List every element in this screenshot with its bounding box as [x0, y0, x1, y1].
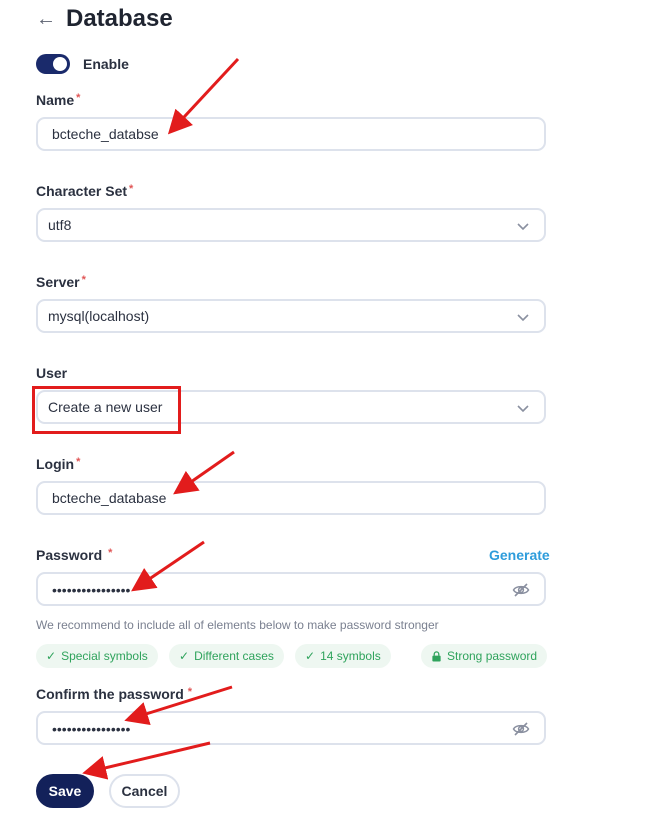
server-select[interactable]: mysql(localhost)	[36, 299, 546, 333]
check-icon: ✓	[305, 649, 316, 663]
check-icon: ✓	[46, 649, 57, 663]
login-input[interactable]: bcteche_database	[36, 481, 546, 515]
user-label: User	[36, 365, 68, 381]
enable-row: Enable	[36, 54, 129, 74]
chevron-down-icon	[517, 223, 529, 231]
page-title: Database	[66, 5, 173, 32]
required-marker: *	[129, 183, 134, 195]
enable-toggle[interactable]	[36, 54, 70, 74]
chip-special-symbols: ✓ Special symbols	[36, 644, 158, 668]
confirm-password-label: Confirm the password *	[36, 686, 193, 702]
password-input[interactable]: ••••••••••••••••	[36, 572, 546, 606]
charset-value: utf8	[48, 217, 72, 233]
back-arrow-icon[interactable]: ←	[36, 9, 56, 29]
generate-link[interactable]: Generate	[489, 547, 550, 563]
charset-label: Character Set *	[36, 183, 134, 199]
password-value: ••••••••••••••••	[52, 582, 131, 598]
cancel-button[interactable]: Cancel	[109, 774, 180, 808]
required-marker: *	[108, 547, 113, 559]
arrow-to-save	[82, 741, 211, 780]
name-label: Name *	[36, 92, 81, 108]
chevron-down-icon	[517, 405, 529, 413]
password-hint: We recommend to include all of elements …	[36, 618, 439, 632]
password-label: Password *	[36, 547, 113, 563]
login-value: bcteche_database	[52, 490, 167, 506]
save-button[interactable]: Save	[36, 774, 94, 808]
charset-select[interactable]: utf8	[36, 208, 546, 242]
required-marker: *	[187, 686, 193, 698]
required-marker: *	[76, 456, 81, 468]
eye-off-icon[interactable]	[512, 720, 530, 738]
name-input[interactable]: bcteche_databse	[36, 117, 546, 151]
server-label: Server *	[36, 274, 86, 290]
eye-off-icon[interactable]	[512, 581, 530, 599]
lock-icon	[432, 650, 441, 662]
page-header: ← Database	[36, 4, 173, 34]
toggle-knob	[53, 57, 67, 71]
required-marker: *	[76, 92, 81, 104]
chevron-down-icon	[517, 314, 529, 322]
annotation-highlight-box	[32, 386, 181, 434]
name-value: bcteche_databse	[52, 126, 159, 142]
required-marker: *	[81, 274, 86, 286]
enable-label: Enable	[83, 56, 129, 72]
chip-14-symbols: ✓ 14 symbols	[295, 644, 391, 668]
check-icon: ✓	[179, 649, 190, 663]
confirm-password-value: ••••••••••••••••	[52, 721, 131, 737]
chip-strong-password: Strong password	[421, 644, 548, 668]
chip-different-cases: ✓ Different cases	[169, 644, 284, 668]
confirm-password-input[interactable]: ••••••••••••••••	[36, 711, 546, 745]
server-value: mysql(localhost)	[48, 308, 150, 324]
login-label: Login *	[36, 456, 81, 472]
